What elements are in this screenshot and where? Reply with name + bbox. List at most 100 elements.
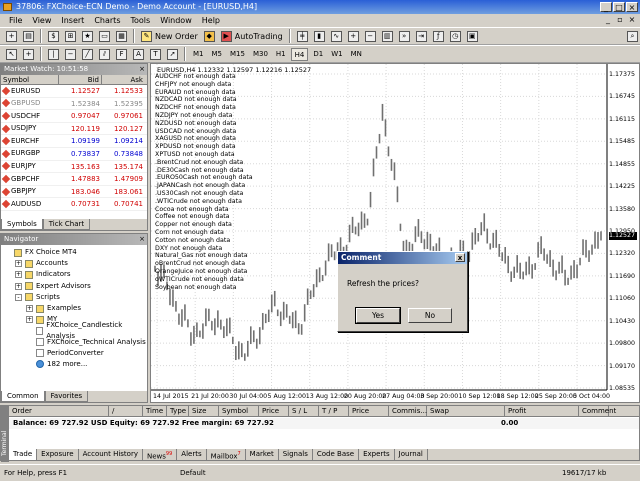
- templates-button[interactable]: ▣: [465, 29, 480, 44]
- channel-tool[interactable]: ⫽: [97, 47, 112, 62]
- terminal-button[interactable]: ▭: [97, 29, 112, 44]
- tab-tick-chart[interactable]: Tick Chart: [42, 219, 91, 230]
- navigator-item[interactable]: FXChoice_Technical Analysis: [1, 337, 147, 348]
- market-watch-row[interactable]: AUDUSD 0.70731 0.70741: [1, 198, 147, 211]
- navigator-item[interactable]: FX Choice MT4: [1, 247, 147, 258]
- mdi-minimize-button[interactable]: _: [603, 15, 613, 24]
- terminal-column-header[interactable]: S / L: [289, 406, 319, 416]
- arrows-tool[interactable]: ➚: [165, 47, 180, 62]
- chart-shift-button[interactable]: ⇥: [414, 29, 429, 44]
- navigator-item[interactable]: + Indicators: [1, 269, 147, 280]
- symbol-column-header[interactable]: Symbol: [1, 75, 59, 84]
- indicators-button[interactable]: ƒ: [431, 29, 446, 44]
- terminal-column-header[interactable]: Price: [349, 406, 389, 416]
- yes-button[interactable]: Yes: [355, 307, 401, 324]
- minimize-button[interactable]: _: [600, 2, 612, 12]
- profiles-button[interactable]: ▤: [21, 29, 36, 44]
- market-watch-row[interactable]: EURGBP 0.73837 0.73848: [1, 148, 147, 161]
- menu-view[interactable]: View: [27, 16, 56, 25]
- terminal-tab[interactable]: Alerts: [177, 449, 207, 460]
- horizontal-line-tool[interactable]: −: [63, 47, 78, 62]
- trendline-tool[interactable]: ╱: [80, 47, 95, 62]
- expand-icon[interactable]: +: [15, 282, 22, 290]
- metaeditor-button[interactable]: ◆: [202, 29, 217, 44]
- mdi-restore-button[interactable]: ▫: [615, 15, 625, 24]
- expand-icon[interactable]: +: [15, 260, 22, 268]
- new-chart-button[interactable]: +: [4, 29, 19, 44]
- tf-d1[interactable]: D1: [310, 48, 326, 61]
- vertical-line-tool[interactable]: |: [46, 47, 61, 62]
- terminal-column-header[interactable]: Time: [143, 406, 167, 416]
- market-watch-close-icon[interactable]: ×: [139, 64, 145, 75]
- menu-help[interactable]: Help: [197, 16, 225, 25]
- terminal-tab[interactable]: News99: [143, 449, 178, 460]
- navigator-item[interactable]: + Expert Advisors: [1, 281, 147, 292]
- fibonacci-tool[interactable]: F: [114, 47, 129, 62]
- terminal-tab[interactable]: Mailbox7: [207, 449, 246, 460]
- auto-scroll-button[interactable]: »: [397, 29, 412, 44]
- terminal-tab[interactable]: Signals: [279, 449, 313, 460]
- navigator-item[interactable]: + Examples: [1, 303, 147, 314]
- periods-button[interactable]: ◷: [448, 29, 463, 44]
- tf-m1[interactable]: M1: [190, 48, 207, 61]
- tile-windows-button[interactable]: ▥: [380, 29, 395, 44]
- tf-h1[interactable]: H1: [273, 48, 289, 61]
- terminal-column-header[interactable]: Type: [167, 406, 189, 416]
- strategy-tester-button[interactable]: ▦: [114, 29, 129, 44]
- navigator-item[interactable]: 182 more...: [1, 359, 147, 370]
- mdi-close-button[interactable]: ×: [627, 15, 637, 24]
- tf-h4[interactable]: H4: [290, 47, 309, 61]
- market-watch-row[interactable]: USDJPY 120.119 120.127: [1, 123, 147, 136]
- terminal-column-header[interactable]: Commis...: [389, 406, 427, 416]
- terminal-tab[interactable]: Market: [246, 449, 279, 460]
- navigator-item[interactable]: FXChoice_Candlestick Analysis: [1, 321, 147, 340]
- search-button[interactable]: ⌕: [625, 29, 640, 44]
- navigator-item[interactable]: + Accounts: [1, 258, 147, 269]
- tf-m15[interactable]: M15: [227, 48, 248, 61]
- market-watch-row[interactable]: EURJPY 135.163 135.174: [1, 161, 147, 174]
- data-window-button[interactable]: ⊞: [63, 29, 78, 44]
- terminal-column-header[interactable]: Symbol: [219, 406, 259, 416]
- chart-window[interactable]: EURUSD,H4 1.12332 1.12597 1.12216 1.1252…: [150, 63, 640, 403]
- line-chart-button[interactable]: ∿: [329, 29, 344, 44]
- market-watch-button[interactable]: $: [46, 29, 61, 44]
- navigator-button[interactable]: ★: [80, 29, 95, 44]
- maximize-button[interactable]: □: [613, 2, 625, 12]
- terminal-column-header[interactable]: Price: [259, 406, 289, 416]
- menu-window[interactable]: Window: [155, 16, 197, 25]
- tf-m5[interactable]: M5: [209, 48, 226, 61]
- navigator-item[interactable]: PeriodConverter: [1, 348, 147, 359]
- navigator-close-icon[interactable]: ×: [139, 234, 145, 245]
- market-watch-row[interactable]: USDCHF 0.97047 0.97061: [1, 110, 147, 123]
- tf-w1[interactable]: W1: [328, 48, 345, 61]
- terminal-tab[interactable]: Code Base: [313, 449, 360, 460]
- terminal-column-header[interactable]: Comment: [579, 406, 616, 416]
- market-watch-row[interactable]: GBPUSD 1.52384 1.52395: [1, 98, 147, 111]
- expand-icon[interactable]: +: [15, 271, 22, 279]
- zoom-out-button[interactable]: −: [363, 29, 378, 44]
- terminal-column-header[interactable]: Order: [9, 406, 109, 416]
- terminal-tab[interactable]: Trade: [9, 449, 38, 460]
- terminal-column-header[interactable]: /: [109, 406, 143, 416]
- bar-chart-button[interactable]: ╪: [295, 29, 310, 44]
- market-watch-row[interactable]: EURUSD 1.12527 1.12533: [1, 85, 147, 98]
- terminal-tab[interactable]: Exposure: [37, 449, 79, 460]
- terminal-tab[interactable]: Experts: [359, 449, 395, 460]
- menu-tools[interactable]: Tools: [125, 16, 155, 25]
- zoom-in-button[interactable]: +: [346, 29, 361, 44]
- market-watch-row[interactable]: GBPJPY 183.046 183.061: [1, 186, 147, 199]
- expand-icon[interactable]: +: [26, 305, 33, 313]
- expand-icon[interactable]: -: [15, 293, 22, 301]
- menu-charts[interactable]: Charts: [89, 16, 125, 25]
- cursor-tool[interactable]: ↖: [4, 47, 19, 62]
- no-button[interactable]: No: [408, 308, 452, 323]
- tab-common[interactable]: Common: [1, 391, 45, 402]
- navigator-item[interactable]: - Scripts: [1, 292, 147, 303]
- menu-insert[interactable]: Insert: [56, 16, 89, 25]
- market-watch-row[interactable]: GBPCHF 1.47883 1.47909: [1, 173, 147, 186]
- new-order-button[interactable]: ✎ New Order: [139, 29, 200, 44]
- crosshair-tool[interactable]: +: [21, 47, 36, 62]
- menu-file[interactable]: File: [4, 16, 27, 25]
- terminal-column-header[interactable]: Size: [189, 406, 219, 416]
- terminal-column-header[interactable]: T / P: [319, 406, 349, 416]
